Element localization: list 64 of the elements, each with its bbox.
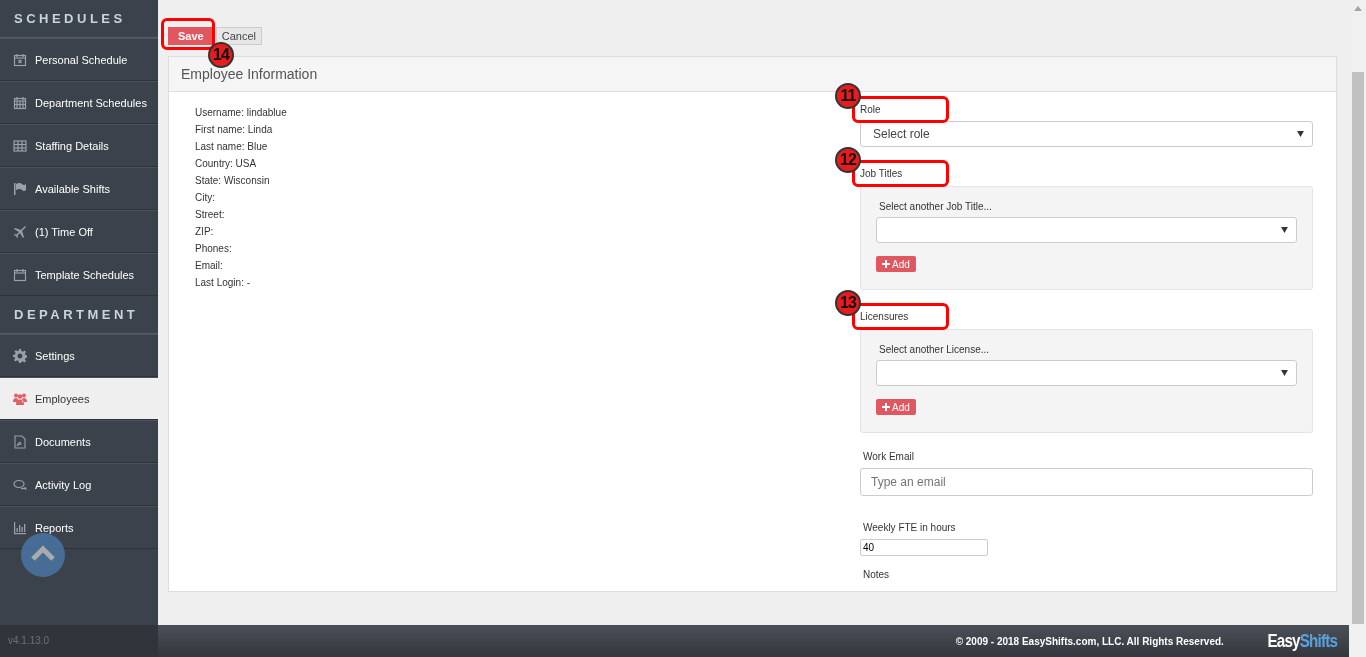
calendar-icon bbox=[13, 95, 27, 110]
select-field[interactable] bbox=[876, 217, 1297, 243]
info-line: Phones: bbox=[195, 242, 232, 256]
scroll-up-icon bbox=[1353, 6, 1362, 11]
info-line: Email: bbox=[195, 259, 223, 273]
dropdown-arrow-icon bbox=[1281, 227, 1288, 233]
chat-icon bbox=[13, 477, 27, 492]
sidebar-item[interactable]: Personal Schedule bbox=[0, 38, 158, 81]
sidebar-item[interactable]: Staffing Details bbox=[0, 124, 158, 167]
sidebar-item[interactable]: Available Shifts bbox=[0, 167, 158, 210]
scroll-up-button[interactable] bbox=[21, 533, 65, 577]
info-line: Last name: Blue bbox=[195, 140, 268, 154]
info-line: State: Wisconsin bbox=[195, 174, 270, 188]
people-icon bbox=[13, 391, 27, 406]
add-button[interactable]: Add bbox=[876, 256, 916, 272]
field-label: Work Email bbox=[863, 451, 914, 463]
sidebar-item[interactable]: (1) Time Off bbox=[0, 210, 158, 253]
calendar-icon bbox=[13, 52, 27, 67]
save-button[interactable]: Save bbox=[168, 27, 214, 45]
sidebar-heading: DEPARTMENT bbox=[0, 296, 158, 334]
field-label: Notes bbox=[863, 569, 890, 581]
email-field[interactable]: Type an email bbox=[860, 468, 1313, 496]
flag-icon bbox=[13, 181, 27, 196]
bar-chart-icon bbox=[13, 520, 27, 535]
callout-number: 11 bbox=[835, 83, 861, 109]
dropdown-arrow-icon bbox=[1281, 370, 1288, 376]
field-label: Job Titles bbox=[860, 168, 904, 180]
info-line: ZIP: bbox=[195, 225, 214, 239]
sidebar-item[interactable]: Activity Log bbox=[0, 463, 158, 506]
cancel-button[interactable]: Cancel bbox=[215, 27, 262, 45]
field-label: Role bbox=[860, 104, 882, 116]
callout-number: 12 bbox=[835, 147, 861, 173]
gear-icon bbox=[13, 348, 27, 363]
info-line: Street: bbox=[195, 208, 225, 222]
add-button[interactable]: Add bbox=[876, 399, 916, 415]
info-line: Username: lindablue bbox=[195, 106, 287, 120]
table-icon bbox=[13, 138, 27, 153]
select-field[interactable] bbox=[876, 360, 1297, 386]
calendar-icon bbox=[13, 267, 27, 282]
airplane-icon bbox=[13, 224, 27, 239]
field-label: Weekly FTE in hours bbox=[863, 522, 956, 534]
document-icon bbox=[13, 434, 27, 449]
version-label: v4.1.13.0 bbox=[0, 625, 158, 657]
sidebar-item[interactable]: Template Schedules bbox=[0, 253, 158, 296]
field-label: Licensures bbox=[860, 311, 910, 323]
sidebar-heading: SCHEDULES bbox=[0, 0, 158, 38]
info-line: First name: Linda bbox=[195, 123, 273, 137]
plus-icon bbox=[882, 260, 890, 268]
info-line: City: bbox=[195, 191, 215, 205]
sidebar-item[interactable]: Department Schedules bbox=[0, 81, 158, 124]
logo: EasyShifts bbox=[1267, 630, 1337, 652]
info-line: Country: USA bbox=[195, 157, 257, 171]
role-select[interactable]: Select role bbox=[860, 121, 1313, 147]
panel-title: Employee Information bbox=[181, 66, 318, 82]
select-hint: Select another License... bbox=[879, 344, 991, 356]
info-line: Last Login: - bbox=[195, 276, 251, 290]
select-hint: Select another Job Title... bbox=[879, 201, 993, 213]
sidebar-item[interactable]: Documents bbox=[0, 420, 158, 463]
sidebar-item[interactable]: Employees bbox=[0, 377, 158, 420]
hours-field[interactable]: 40 bbox=[860, 539, 988, 556]
copyright-text: © 2009 - 2018 EasyShifts.com, LLC. All Rights Reserved. bbox=[955, 635, 1224, 647]
callout-number: 13 bbox=[835, 290, 861, 316]
dropdown-arrow-icon bbox=[1297, 131, 1304, 137]
plus-icon bbox=[882, 403, 890, 411]
